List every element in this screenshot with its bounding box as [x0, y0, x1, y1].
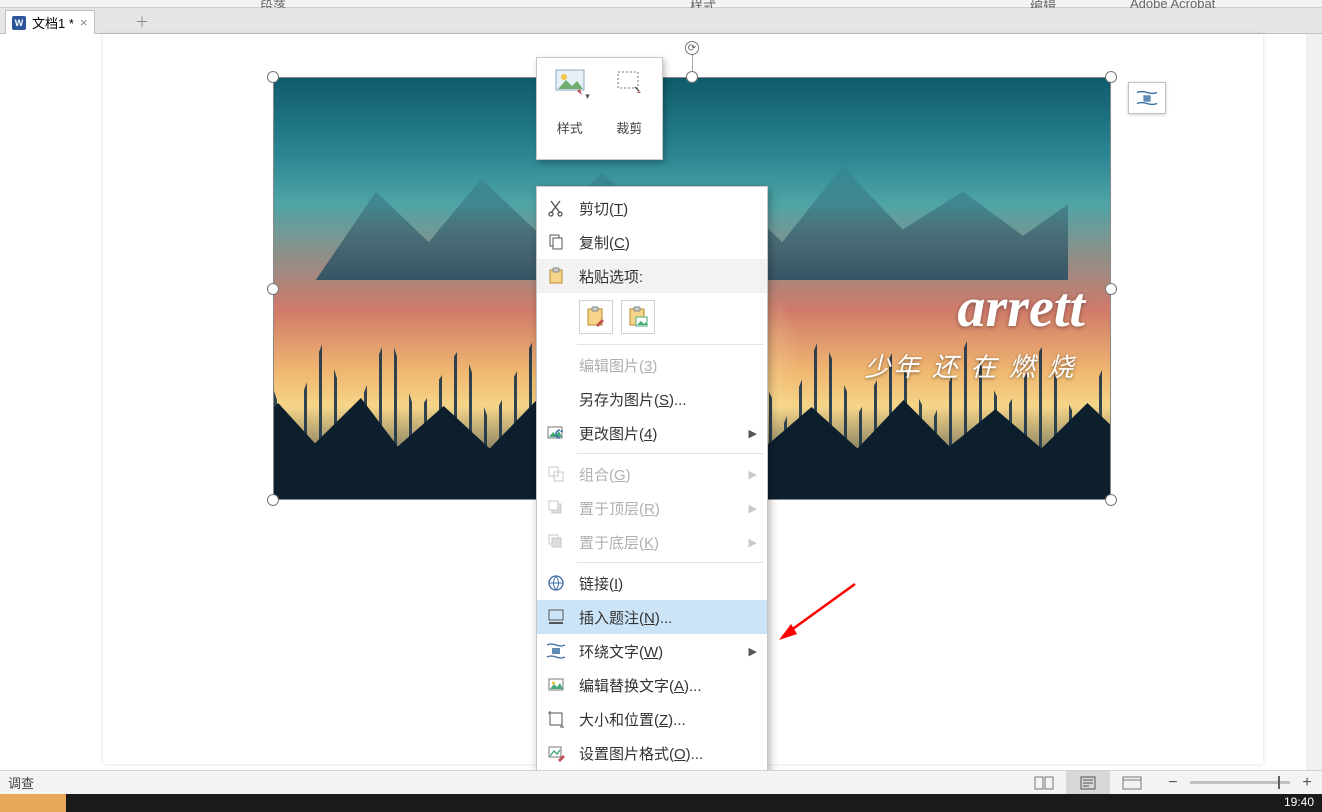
- crop-icon: [613, 66, 645, 98]
- image-text-sub: 少年 还 在 燃 烧: [865, 347, 1077, 384]
- context-menu: 剪切(T) 复制(C) 粘贴选项: 编辑图片(3) 另存为图片(S)... 更改…: [536, 186, 768, 775]
- image-text-main: arrett: [957, 276, 1085, 340]
- taskbar-clock: 19:40: [1284, 795, 1314, 809]
- resize-handle-n[interactable]: [686, 71, 698, 83]
- crop-button[interactable]: 裁剪: [601, 64, 659, 159]
- menu-change-picture-label: 更改图片(4): [579, 423, 737, 444]
- menu-insert-caption[interactable]: 插入题注(N)...: [537, 600, 767, 634]
- menu-send-to-back-label: 置于底层(K): [579, 532, 737, 553]
- dropdown-caret-icon: ▾: [585, 91, 590, 102]
- menu-edit-alt-text[interactable]: 编辑替换文字(A)...: [537, 668, 767, 702]
- layout-options-button[interactable]: [1128, 82, 1166, 114]
- clipboard-brush-icon: [585, 306, 607, 328]
- status-left-text: 调查: [8, 773, 34, 792]
- link-icon: [545, 572, 567, 594]
- view-web-layout[interactable]: [1110, 771, 1154, 795]
- crop-label: 裁剪: [616, 118, 642, 137]
- format-picture-icon: [545, 742, 567, 764]
- document-tab[interactable]: 文档1 * ×: [5, 10, 95, 34]
- menu-cut-label: 剪切(T): [579, 198, 757, 219]
- copy-icon: [545, 231, 567, 253]
- document-tab-title: 文档1 *: [32, 13, 74, 32]
- menu-bring-to-front-label: 置于顶层(R): [579, 498, 737, 519]
- zoom-slider[interactable]: [1190, 781, 1290, 784]
- menu-save-as-picture[interactable]: 另存为图片(S)...: [537, 382, 767, 416]
- menu-save-as-picture-label: 另存为图片(S)...: [579, 389, 757, 410]
- menu-link[interactable]: 链接(I): [537, 566, 767, 600]
- new-tab-button[interactable]: ＋: [128, 10, 156, 34]
- menu-wrap-text[interactable]: 环绕文字(W) ▶: [537, 634, 767, 668]
- menu-edit-alt-text-label: 编辑替换文字(A)...: [579, 675, 757, 696]
- vertical-scrollbar[interactable]: [1306, 34, 1322, 788]
- wrap-text-icon: [545, 640, 567, 662]
- submenu-arrow-icon: ▶: [749, 427, 757, 440]
- menu-paste-options-header: 粘贴选项:: [537, 259, 767, 293]
- menu-group-label: 组合(G): [579, 464, 737, 485]
- resize-handle-nw[interactable]: [267, 71, 279, 83]
- layout-options-icon: [1136, 89, 1158, 107]
- mini-toolbar: ▾ 样式 裁剪: [536, 57, 663, 160]
- menu-bring-to-front: 置于顶层(R) ▶: [537, 491, 767, 525]
- menu-size-and-position[interactable]: 大小和位置(Z)...: [537, 702, 767, 736]
- menu-change-picture[interactable]: 更改图片(4) ▶: [537, 416, 767, 450]
- bring-front-icon: [545, 497, 567, 519]
- picture-style-icon: ▾: [554, 66, 586, 98]
- menu-edit-picture: 编辑图片(3): [537, 348, 767, 382]
- resize-handle-e[interactable]: [1105, 283, 1117, 295]
- menu-format-picture[interactable]: 设置图片格式(O)...: [537, 736, 767, 770]
- paste-icon: [545, 265, 567, 287]
- paste-options-row: [537, 293, 767, 341]
- paste-option-picture[interactable]: [621, 300, 655, 334]
- menu-group: 组合(G) ▶: [537, 457, 767, 491]
- menu-paste-options-label: 粘贴选项:: [579, 266, 757, 287]
- group-icon: [545, 463, 567, 485]
- zoom-in-button[interactable]: +: [1300, 776, 1314, 790]
- picture-style-button[interactable]: ▾ 样式: [541, 64, 599, 159]
- zoom-control: − +: [1166, 776, 1314, 790]
- size-position-icon: [545, 708, 567, 730]
- menu-send-to-back: 置于底层(K) ▶: [537, 525, 767, 559]
- menu-link-label: 链接(I): [579, 573, 757, 594]
- ribbon-bottom-border: [0, 0, 1322, 8]
- menu-format-picture-label: 设置图片格式(O)...: [579, 743, 757, 764]
- caption-icon: [545, 606, 567, 628]
- menu-copy-label: 复制(C): [579, 232, 757, 253]
- close-tab-icon[interactable]: ×: [80, 15, 88, 30]
- resize-handle-w[interactable]: [267, 283, 279, 295]
- zoom-out-button[interactable]: −: [1166, 776, 1180, 790]
- status-bar: 调查 − +: [0, 770, 1322, 794]
- rotation-handle[interactable]: ⟳: [685, 41, 699, 55]
- menu-size-and-position-label: 大小和位置(Z)...: [579, 709, 757, 730]
- view-read-mode[interactable]: [1022, 771, 1066, 795]
- resize-handle-ne[interactable]: [1105, 71, 1117, 83]
- alt-text-icon: [545, 674, 567, 696]
- word-doc-icon: [12, 16, 26, 30]
- picture-style-label: 样式: [557, 118, 583, 137]
- paste-option-keep-source[interactable]: [579, 300, 613, 334]
- send-back-icon: [545, 531, 567, 553]
- menu-insert-caption-label: 插入题注(N)...: [579, 607, 757, 628]
- submenu-arrow-icon: ▶: [749, 645, 757, 658]
- menu-edit-picture-label: 编辑图片(3): [579, 355, 757, 376]
- resize-handle-sw[interactable]: [267, 494, 279, 506]
- menu-copy[interactable]: 复制(C): [537, 225, 767, 259]
- resize-handle-se[interactable]: [1105, 494, 1117, 506]
- windows-taskbar: 19:40: [0, 794, 1322, 812]
- document-tab-strip: 文档1 * × ＋: [0, 8, 1322, 34]
- menu-wrap-text-label: 环绕文字(W): [579, 641, 737, 662]
- change-picture-icon: [545, 422, 567, 444]
- menu-cut[interactable]: 剪切(T): [537, 191, 767, 225]
- cut-icon: [545, 197, 567, 219]
- clipboard-picture-icon: [627, 306, 649, 328]
- view-print-layout[interactable]: [1066, 771, 1110, 795]
